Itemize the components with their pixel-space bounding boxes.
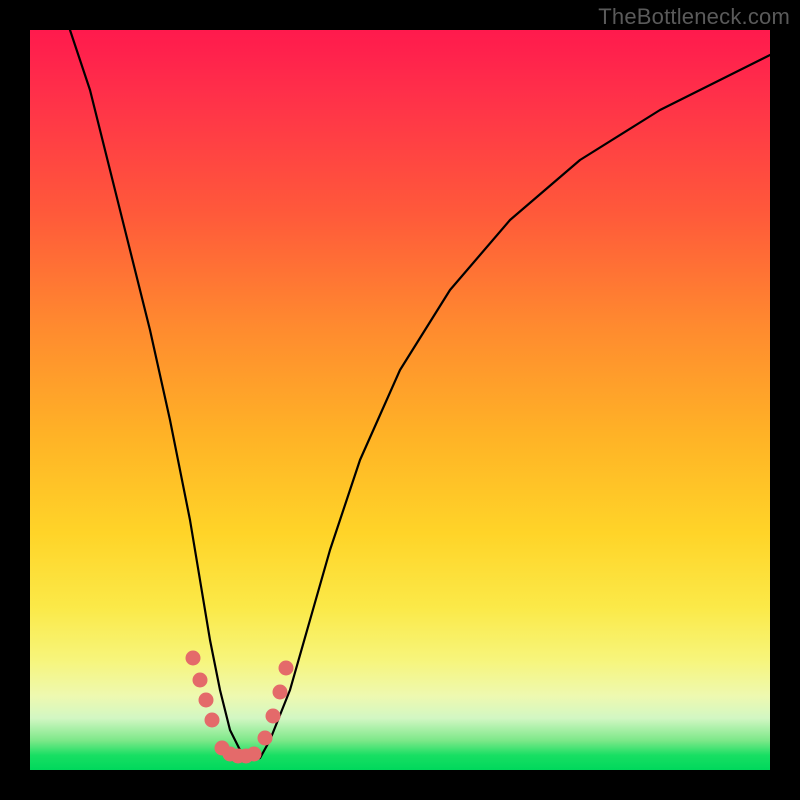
watermark-text: TheBottleneck.com: [598, 4, 790, 30]
left-dots-dot: [193, 673, 208, 688]
right-dots-dot: [279, 661, 294, 676]
right-dots-dot: [266, 709, 281, 724]
chart-frame: TheBottleneck.com: [0, 0, 800, 800]
flat-dots-dot: [247, 747, 262, 762]
bottleneck-curve: [70, 30, 770, 760]
left-dots-dot: [199, 693, 214, 708]
plot-area: [30, 30, 770, 770]
right-dots-dot: [258, 731, 273, 746]
right-dots-dot: [273, 685, 288, 700]
left-dots-dot: [205, 713, 220, 728]
curve-layer: [30, 30, 770, 770]
left-dots-dot: [186, 651, 201, 666]
